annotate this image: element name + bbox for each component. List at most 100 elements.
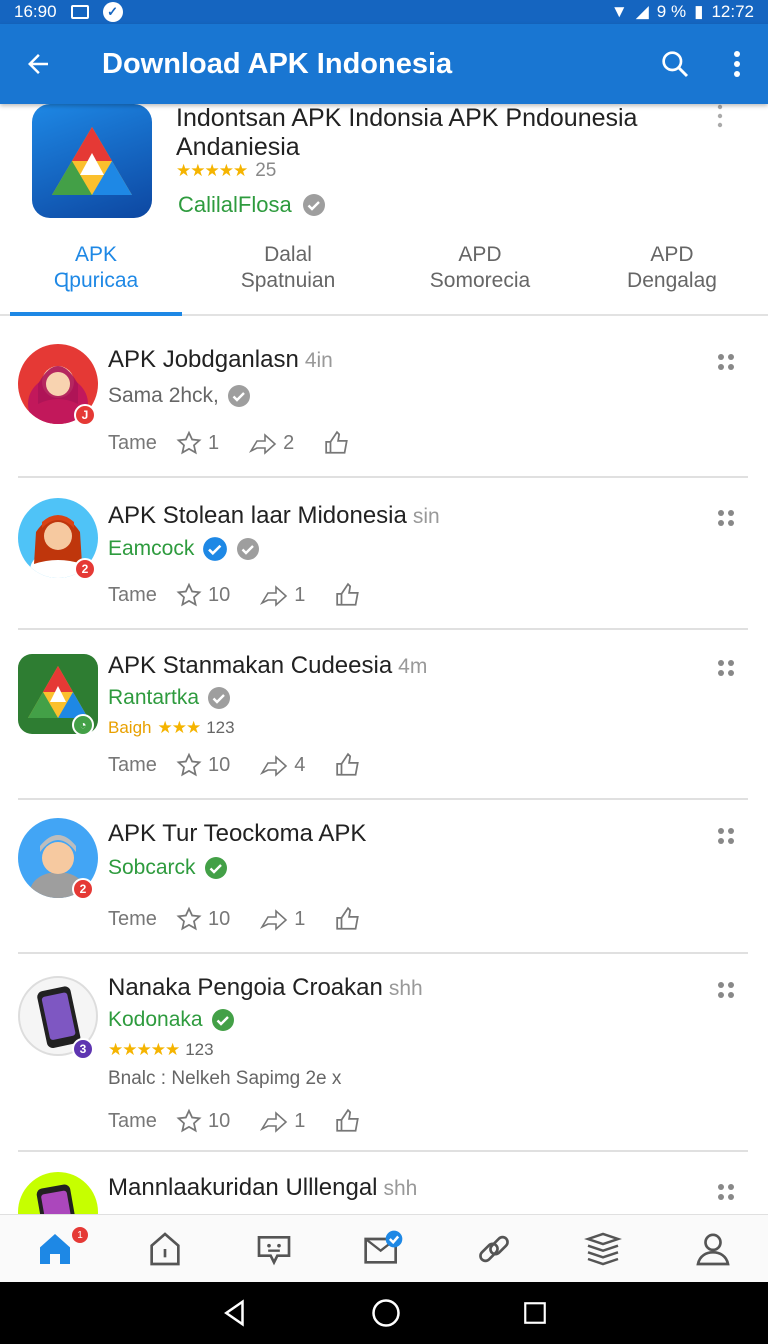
- star-count: 10: [208, 583, 231, 606]
- like-button[interactable]: [324, 430, 350, 456]
- share-button[interactable]: 2: [249, 431, 294, 455]
- back-arrow-icon: [28, 54, 48, 74]
- item-title-text: APK Jobdganlasn: [108, 346, 299, 373]
- list-item[interactable]: 2 APK Stolean laar Midonesia sin Eamcock …: [0, 478, 768, 630]
- item-subtitle-text: Sobcarck: [108, 856, 196, 879]
- battery-text: 9 %: [656, 2, 687, 21]
- share-button[interactable]: 1: [260, 583, 305, 607]
- item-time: shh: [388, 977, 423, 1000]
- more-options-button[interactable]: [706, 24, 768, 104]
- back-button[interactable]: [0, 24, 76, 104]
- share-button[interactable]: 1: [260, 907, 305, 931]
- rating-label: Baigh: [108, 718, 152, 737]
- avatar-badge: 2: [74, 558, 96, 580]
- home-circle-icon[interactable]: [371, 1298, 401, 1328]
- star-button[interactable]: 10: [176, 1108, 230, 1134]
- verified-icon: [211, 1009, 234, 1031]
- item-subtitle: Kodonaka: [108, 1008, 235, 1032]
- avatar: [18, 1172, 98, 1214]
- app-logo-icon: [32, 104, 152, 218]
- list-item[interactable]: Mannlaakuridan Ulllengal shh: [0, 1152, 768, 1214]
- item-title: APK Stolean laar Midonesia sin: [108, 502, 440, 530]
- tab-sublabel: Ɋpuricaa: [53, 269, 139, 292]
- nav-profile[interactable]: [658, 1215, 768, 1282]
- status-time-left: 16:90: [14, 2, 57, 21]
- action-label: Tame: [108, 431, 157, 454]
- item-title: Nanaka Pengoia Croakan shh: [108, 974, 423, 1002]
- item-menu-button[interactable]: [718, 660, 734, 676]
- recents-square-icon[interactable]: [522, 1300, 548, 1326]
- more-vert-icon: [734, 51, 740, 77]
- item-menu-button[interactable]: [718, 354, 734, 370]
- tab-apd-somorecia[interactable]: APD Somorecia: [384, 236, 576, 314]
- tab-apk-populer[interactable]: APK Ɋpuricaa: [0, 236, 192, 316]
- back-triangle-icon[interactable]: [220, 1298, 250, 1328]
- app-bar: Download APK Indonesia: [0, 24, 768, 104]
- list-item[interactable]: ◔ APK Stanmakan Cudeesia 4m Rantartka Bai…: [0, 628, 768, 800]
- like-button[interactable]: [335, 752, 361, 778]
- like-button[interactable]: [335, 582, 361, 608]
- share-count: 4: [294, 753, 306, 776]
- like-icon: [325, 430, 349, 454]
- share-icon: [260, 1111, 288, 1133]
- star-button[interactable]: 1: [176, 430, 219, 456]
- action-label: Tame: [108, 753, 157, 776]
- star-button[interactable]: 10: [176, 582, 230, 608]
- item-subtitle: Sama 2hck,: [108, 384, 251, 408]
- share-button[interactable]: 1: [260, 1109, 305, 1133]
- item-menu-button[interactable]: [718, 828, 734, 844]
- app-developer[interactable]: CalilalFlosa: [178, 192, 326, 218]
- nav-links[interactable]: [439, 1215, 549, 1282]
- nav-library[interactable]: [549, 1215, 659, 1282]
- mail-icon: [364, 1230, 403, 1264]
- header-more-button[interactable]: [716, 104, 724, 133]
- tab-apd-dengalag[interactable]: APD Dengalag: [576, 236, 768, 314]
- list-item[interactable]: 3 Nanaka Pengoia Croakan shh Kodonaka ★★★…: [0, 952, 768, 1152]
- star-icon: [176, 752, 202, 777]
- verified-icon: [203, 537, 228, 561]
- share-count: 1: [294, 583, 306, 606]
- avatar-badge: 3: [72, 1038, 94, 1060]
- tab-dalal[interactable]: Dalal Spatnuian: [192, 236, 384, 314]
- nav-apps[interactable]: [110, 1215, 220, 1282]
- star-count: 10: [208, 907, 231, 930]
- star-count: 1: [208, 431, 220, 454]
- action-label: Teme: [108, 907, 157, 930]
- list-item[interactable]: 2 APK Tur Teockoma APK Sobcarck Teme 10 …: [0, 798, 768, 954]
- list-item[interactable]: J APK Jobdganlasn 4in Sama 2hck, Tame 1 2: [0, 322, 768, 480]
- screenshot-icon: [70, 5, 89, 19]
- link-icon: [478, 1235, 509, 1262]
- item-rating: ★★★★★ 123: [108, 1040, 214, 1060]
- verified-icon: [208, 687, 231, 709]
- item-title: APK Jobdganlasn 4in: [108, 346, 333, 374]
- avatar-badge: 2: [72, 878, 94, 900]
- tab-sublabel: Dengalag: [627, 269, 717, 292]
- item-menu-button[interactable]: [718, 982, 734, 998]
- share-count: 1: [294, 1109, 306, 1132]
- like-button[interactable]: [335, 1108, 361, 1134]
- star-icon: [176, 430, 202, 455]
- item-subtitle-text: Sama 2hck,: [108, 384, 219, 407]
- item-menu-button[interactable]: [718, 1184, 734, 1200]
- share-icon: [260, 755, 288, 777]
- avatar-badge: ◔: [72, 714, 94, 736]
- chat-icon: [257, 1235, 291, 1265]
- developer-name: CalilalFlosa: [178, 192, 292, 217]
- star-icon: [176, 906, 202, 931]
- like-button[interactable]: [335, 906, 361, 932]
- more-vert-icon: [717, 104, 723, 128]
- search-button[interactable]: [644, 24, 706, 104]
- item-title-text: APK Tur Teockoma APK: [108, 820, 367, 847]
- search-icon: [662, 51, 689, 78]
- share-button[interactable]: 4: [260, 753, 305, 777]
- nav-chat[interactable]: [219, 1215, 329, 1282]
- nav-home[interactable]: 1: [0, 1215, 110, 1282]
- nav-home-badge: 1: [72, 1227, 88, 1243]
- item-menu-button[interactable]: [718, 510, 734, 526]
- item-title: APK Stanmakan Cudeesia 4m: [108, 652, 427, 680]
- star-icon: [176, 1108, 202, 1133]
- star-button[interactable]: 10: [176, 752, 230, 778]
- action-label: Tame: [108, 583, 157, 606]
- star-button[interactable]: 10: [176, 906, 230, 932]
- nav-messages[interactable]: [329, 1215, 439, 1282]
